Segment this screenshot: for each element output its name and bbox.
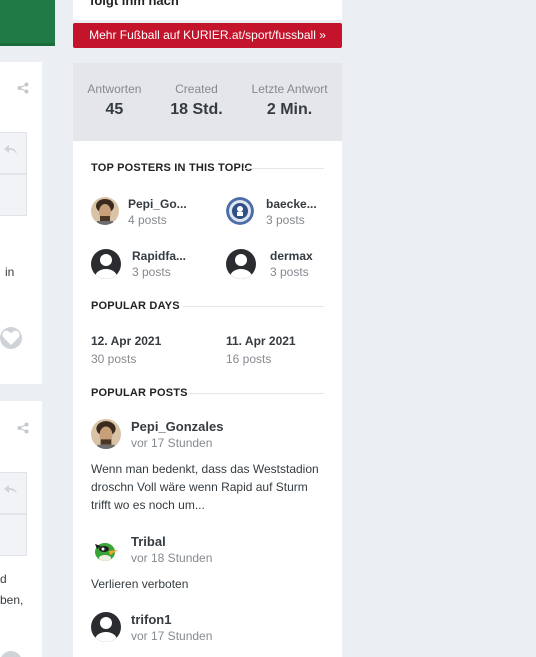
promo-headline: folgt ihm nach — [90, 0, 179, 8]
stat-label: Created — [175, 82, 218, 96]
stat-label: Antworten — [87, 82, 142, 96]
post-card: in — [0, 62, 42, 384]
day-date[interactable]: 11. Apr 2021 — [226, 334, 296, 348]
share-icon[interactable] — [17, 82, 29, 94]
post-text-fragment: d — [0, 572, 7, 586]
club-badge-avatar[interactable] — [226, 197, 254, 225]
top-poster[interactable]: dermax 3 posts — [226, 247, 336, 281]
day-date[interactable]: 12. Apr 2021 — [91, 334, 161, 348]
promo-headline-box: folgt ihm nach — [73, 0, 342, 20]
post-time[interactable]: vor 18 Stunden — [131, 551, 212, 565]
popular-day[interactable]: 12. Apr 2021 30 posts — [91, 334, 161, 366]
share-icon[interactable] — [17, 422, 29, 434]
divider — [243, 168, 324, 169]
top-posters-title: TOP POSTERS IN THIS TOPIC — [91, 162, 253, 174]
face-avatar[interactable] — [91, 197, 119, 225]
post-author-name[interactable]: Tribal — [131, 534, 166, 549]
stat-value: 45 — [105, 101, 124, 118]
promo-link-button[interactable]: Mehr Fußball auf KURIER.at/sport/fussbal… — [73, 23, 342, 48]
post-time[interactable]: vor 17 Stunden — [131, 629, 212, 643]
like-heart-icon[interactable] — [0, 327, 22, 349]
popular-day[interactable]: 11. Apr 2021 16 posts — [226, 334, 296, 366]
face-avatar[interactable] — [91, 419, 121, 449]
stat-value: 18 Std. — [170, 101, 223, 118]
like-heart-icon[interactable] — [0, 651, 22, 657]
post-excerpt[interactable]: Verlieren verboten — [91, 575, 319, 593]
poster-name[interactable]: baecke... — [266, 197, 317, 211]
poster-count: 3 posts — [132, 265, 171, 279]
poster-name[interactable]: dermax — [270, 249, 313, 263]
bird-avatar[interactable] — [91, 534, 121, 564]
post-text-fragment: in — [5, 265, 15, 279]
day-count: 16 posts — [226, 352, 272, 366]
poster-name[interactable]: Pepi_Go... — [128, 197, 187, 211]
popular-post-author[interactable]: trifon1 vor 17 Stunden — [91, 612, 311, 646]
popular-days-title: POPULAR DAYS — [91, 300, 180, 312]
quote-box-body — [0, 174, 27, 216]
topic-sidebar: folgt ihm nach Mehr Fußball auf KURIER.a… — [73, 0, 342, 657]
stat-last-reply: Letzte Antwort 2 Min. — [252, 82, 328, 141]
divider — [183, 306, 324, 307]
top-poster[interactable]: baecke... 3 posts — [226, 195, 336, 229]
popular-post-author[interactable]: Pepi_Gonzales vor 17 Stunden — [91, 419, 311, 453]
reply-icon — [4, 485, 17, 494]
quote-box-body — [0, 514, 27, 556]
poster-count: 3 posts — [266, 213, 305, 227]
top-poster[interactable]: Rapidfa... 3 posts — [91, 247, 201, 281]
topic-info-panel: TOP POSTERS IN THIS TOPIC Pepi_Go... 4 p… — [73, 141, 342, 657]
post-text-fragment: ben, — [0, 593, 24, 607]
post-card: d ben, — [0, 401, 42, 657]
day-count: 30 posts — [91, 352, 137, 366]
topic-stats: Antworten 45 Created 18 Std. Letzte Antw… — [73, 63, 342, 141]
quote-box — [0, 472, 27, 514]
header-bar — [0, 0, 55, 46]
poster-count: 4 posts — [128, 213, 167, 227]
popular-post-author[interactable]: Tribal vor 18 Stunden — [91, 534, 311, 568]
poster-count: 3 posts — [270, 265, 309, 279]
post-author-name[interactable]: trifon1 — [131, 612, 171, 627]
stat-value: 2 Min. — [266, 101, 313, 118]
quote-box — [0, 132, 27, 174]
stat-created: Created 18 Std. — [170, 82, 222, 141]
stat-label: Letzte Antwort — [251, 82, 328, 96]
poster-name[interactable]: Rapidfa... — [132, 249, 186, 263]
post-time[interactable]: vor 17 Stunden — [131, 436, 212, 450]
reply-icon — [4, 145, 17, 154]
top-poster[interactable]: Pepi_Go... 4 posts — [91, 195, 201, 229]
default-avatar[interactable] — [91, 249, 121, 279]
stat-replies: Antworten 45 — [87, 82, 141, 141]
divider — [188, 393, 324, 394]
default-avatar[interactable] — [91, 612, 121, 642]
post-excerpt[interactable]: Wenn man bedenkt, dass das Weststadion d… — [91, 460, 319, 514]
popular-posts-title: POPULAR POSTS — [91, 387, 188, 399]
post-author-name[interactable]: Pepi_Gonzales — [131, 419, 223, 434]
default-avatar[interactable] — [226, 249, 256, 279]
